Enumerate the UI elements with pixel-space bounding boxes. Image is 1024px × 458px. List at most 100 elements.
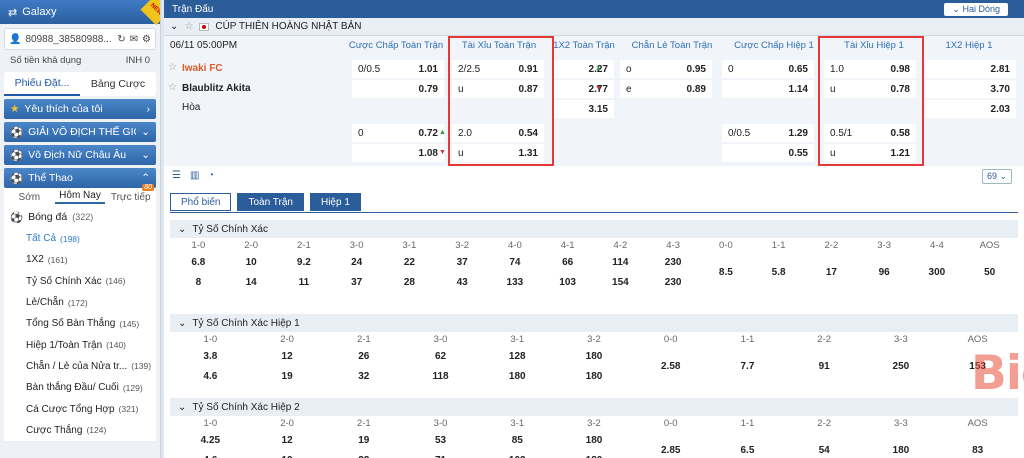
- stats-icon[interactable]: ◔: [208, 170, 214, 181]
- odds-cell[interactable]: 0/0.5 1.29: [722, 124, 814, 142]
- sidebar-header[interactable]: ⇄ Galaxy NEW: [0, 0, 160, 26]
- score-odds[interactable]: 6.8: [173, 254, 224, 271]
- score-odds[interactable]: 10: [225, 254, 277, 271]
- score-odds[interactable]: 24: [331, 254, 382, 271]
- tab-early[interactable]: Sớm: [4, 192, 55, 203]
- score-odds[interactable]: 3.8: [173, 348, 248, 365]
- odds-cell[interactable]: 2/2.5 0.91: [452, 60, 544, 78]
- section-women-euro[interactable]: ⚽ Vô Địch Nữ Châu Âu ⌄: [4, 145, 156, 165]
- score-odds[interactable]: 300: [911, 264, 963, 281]
- market-item[interactable]: 1X2 (161): [4, 249, 156, 270]
- score-odds[interactable]: 4.6: [173, 452, 248, 458]
- score-odds[interactable]: 12: [249, 432, 325, 449]
- score-odds[interactable]: 83: [940, 442, 1015, 458]
- score-odds[interactable]: 180: [556, 432, 632, 449]
- tab-full-match[interactable]: Toàn Trận: [237, 193, 304, 211]
- refresh-icon[interactable]: ↻: [117, 34, 125, 45]
- score-odds[interactable]: 19: [249, 368, 325, 385]
- odds-cell[interactable]: 1.14: [722, 80, 814, 98]
- section-world-cup[interactable]: ⚽ GIẢI VÔ ĐỊCH THẾ GIỚ... ⌄: [4, 122, 156, 142]
- odds-cell[interactable]: 0 0.65: [722, 60, 814, 78]
- score-odds[interactable]: 180: [556, 452, 632, 458]
- market-item[interactable]: Tỷ Số Chính Xác (146): [4, 271, 156, 292]
- odds-cell[interactable]: u 0.78: [824, 80, 916, 98]
- odds-cell[interactable]: u 1.31: [452, 144, 544, 162]
- score-odds[interactable]: 180: [479, 368, 555, 385]
- market-item[interactable]: Bàn thắng Đầu/ Cuối (129): [4, 377, 156, 398]
- odds-cell[interactable]: 3.15: [554, 100, 614, 118]
- list-icon[interactable]: ☰: [172, 170, 181, 181]
- market-item[interactable]: Cá Cược Tổng Hợp (321): [4, 398, 156, 419]
- score-odds[interactable]: 114: [595, 254, 646, 271]
- tab-first-half[interactable]: Hiệp 1: [309, 193, 361, 211]
- settings-icon[interactable]: ⚙: [142, 34, 151, 45]
- odds-cell[interactable]: 1.08: [352, 144, 444, 162]
- score-odds[interactable]: 11: [278, 274, 330, 291]
- market-item[interactable]: Cược Thắng (124): [4, 420, 156, 441]
- score-odds[interactable]: 50: [964, 264, 1015, 281]
- star-icon[interactable]: ☆: [168, 82, 177, 93]
- score-odds[interactable]: 133: [489, 274, 541, 291]
- mail-icon[interactable]: ✉: [130, 34, 138, 45]
- score-odds[interactable]: 2.58: [633, 358, 709, 375]
- score-odds[interactable]: 118: [403, 368, 478, 385]
- score-odds[interactable]: 53: [403, 432, 478, 449]
- odds-cell[interactable]: 2.27: [554, 60, 614, 78]
- score-odds[interactable]: 102: [479, 452, 555, 458]
- score-odds[interactable]: 12: [249, 348, 325, 365]
- odds-cell[interactable]: 2.0 0.54: [452, 124, 544, 142]
- score-odds[interactable]: 9.2: [278, 254, 330, 271]
- score-odds[interactable]: 4.6: [173, 368, 248, 385]
- odds-cell[interactable]: 0/0.5 1.01: [352, 60, 444, 78]
- market-item[interactable]: Lẻ/Chẵn (172): [4, 292, 156, 313]
- score-odds[interactable]: 180: [556, 348, 632, 365]
- score-odds[interactable]: 96: [858, 264, 910, 281]
- odds-cell[interactable]: 3.70: [926, 80, 1016, 98]
- more-markets-button[interactable]: 69 ⌄: [982, 169, 1013, 184]
- group-header[interactable]: ⌄ Tỷ Số Chính Xác Hiệp 1: [170, 314, 1018, 332]
- odds-cell[interactable]: 0.5/1 0.58: [824, 124, 916, 142]
- score-odds[interactable]: 180: [863, 442, 939, 458]
- collapse-icon[interactable]: ⌄: [170, 21, 178, 32]
- league-row[interactable]: ⌄ ☆ CÚP THIÊN HOÀNG NHẬT BẢN: [164, 18, 1024, 36]
- market-item[interactable]: Tổng Số Bàn Thắng (145): [4, 313, 156, 334]
- score-odds[interactable]: 180: [556, 368, 632, 385]
- score-odds[interactable]: 37: [436, 254, 488, 271]
- score-odds[interactable]: 22: [384, 254, 435, 271]
- tab-popular[interactable]: Phổ biến: [170, 193, 232, 211]
- star-icon[interactable]: ☆: [184, 21, 193, 32]
- score-odds[interactable]: 4.25: [173, 432, 248, 449]
- odds-cell[interactable]: 2.77: [554, 80, 614, 98]
- star-icon[interactable]: ☆: [168, 62, 177, 73]
- score-odds[interactable]: 66: [542, 254, 593, 271]
- score-odds[interactable]: 74: [489, 254, 541, 271]
- odds-cell[interactable]: o 0.95: [620, 60, 712, 78]
- sport-soccer[interactable]: ⚽ Bóng đá (322): [4, 206, 156, 228]
- score-odds[interactable]: 128: [479, 348, 555, 365]
- score-odds[interactable]: 230: [647, 274, 699, 291]
- odds-cell[interactable]: 0.55: [722, 144, 814, 162]
- score-odds[interactable]: 7.7: [710, 358, 785, 375]
- score-odds[interactable]: 2.85: [633, 442, 709, 458]
- odds-cell[interactable]: e 0.89: [620, 80, 712, 98]
- score-odds[interactable]: 5.8: [753, 264, 804, 281]
- tab-today[interactable]: Hôm Nay: [54, 190, 106, 204]
- score-odds[interactable]: 43: [436, 274, 488, 291]
- odds-cell[interactable]: 1.0 0.98: [824, 60, 916, 78]
- odds-cell[interactable]: 2.03: [926, 100, 1016, 118]
- score-odds[interactable]: 250: [863, 358, 939, 375]
- score-odds[interactable]: 91: [786, 358, 862, 375]
- score-odds[interactable]: 71: [403, 452, 478, 458]
- score-odds[interactable]: 54: [786, 442, 862, 458]
- score-odds[interactable]: 14: [225, 274, 277, 291]
- market-item[interactable]: Tất Cả (198): [4, 228, 156, 249]
- score-odds[interactable]: 19: [326, 432, 402, 449]
- group-header[interactable]: ⌄ Tỷ Số Chính Xác Hiệp 2: [170, 398, 1018, 416]
- score-odds[interactable]: 8.5: [700, 264, 752, 281]
- score-odds[interactable]: 32: [326, 368, 402, 385]
- odds-format-dropdown[interactable]: ⌄ Hai Dòng: [944, 2, 1008, 16]
- odds-cell[interactable]: u 1.21: [824, 144, 916, 162]
- market-item[interactable]: Chẵn / Lẻ của Nửa tr... (139): [4, 356, 156, 377]
- score-odds[interactable]: 22: [326, 452, 402, 458]
- odds-cell[interactable]: 2.81: [926, 60, 1016, 78]
